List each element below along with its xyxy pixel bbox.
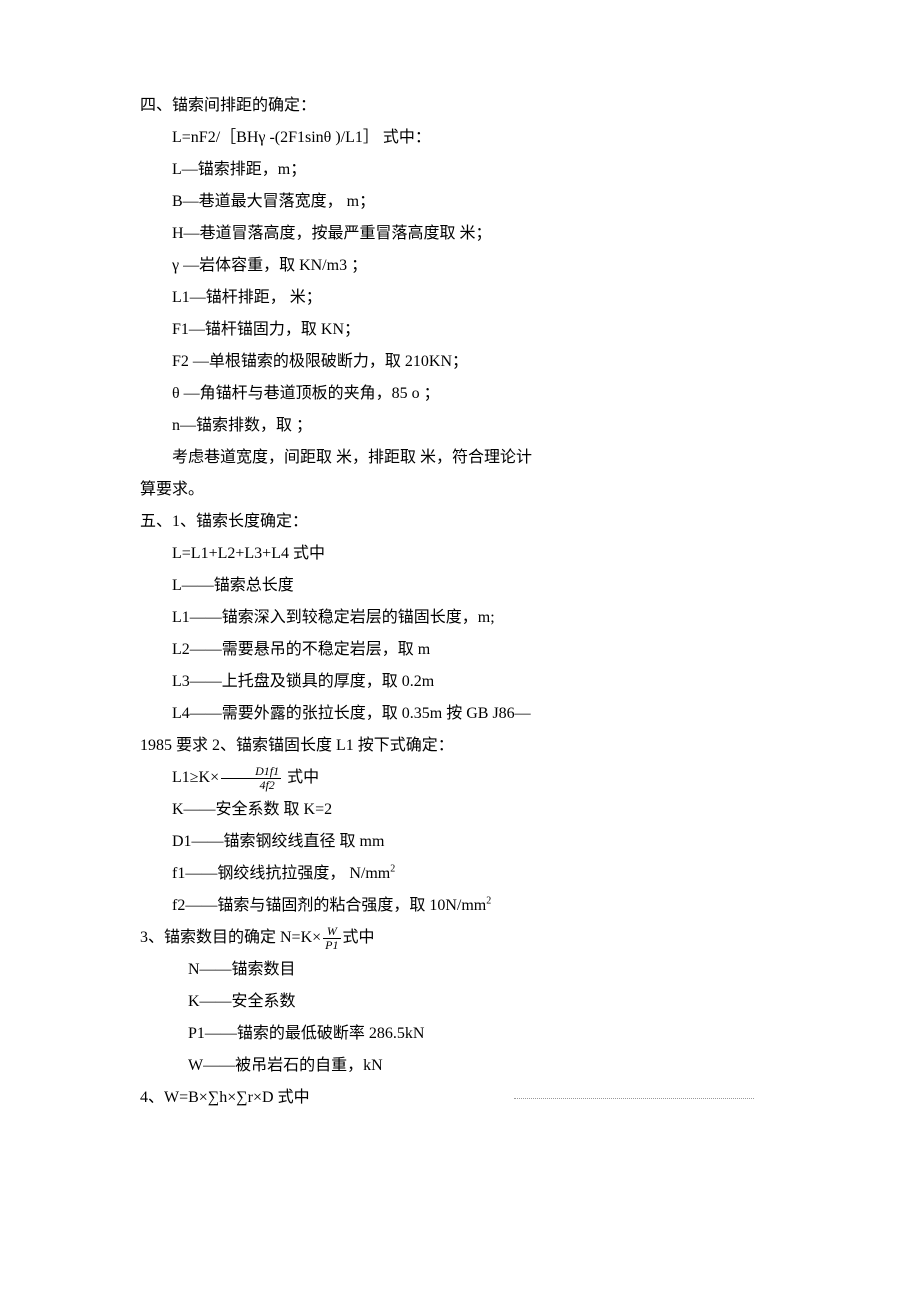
s4-F1: F1—锚杆锚固力，取 KN； [140,314,780,346]
s5-3-suffix: 式中 [343,929,375,946]
frac-num: D1f1 [221,765,281,778]
s5-L: L——锚索总长度 [140,570,780,602]
superscript-2: 2 [390,864,395,875]
s4-formula: L=nF2/［BHγ -(2F1sinθ )/L1］ 式中： [140,122,780,154]
s5-2-formula: L1≥K×D1f14f2 式中 [140,762,780,794]
superscript-2: 2 [486,896,491,907]
s5-3-prefix: 3、锚索数目的确定 N=K× [140,929,321,946]
s5-f2-text: f2——锚索与锚固剂的粘合强度，取 10N/mm [172,897,486,914]
s5-4: 4、W=B×∑h×∑r×D 式中 [140,1082,780,1114]
s5-f2: f2——锚索与锚固剂的粘合强度，取 10N/mm2 [140,890,780,922]
s5-K: K——安全系数 取 K=2 [140,794,780,826]
frac-den-2: P1 [323,938,340,952]
s4-theta: θ —角锚杆与巷道顶板的夹角，85 o ； [140,378,780,410]
fraction-icon: WP1 [323,925,340,952]
s4-B: B—巷道最大冒落宽度， m； [140,186,780,218]
s5-4-text: 4、W=B×∑h×∑r×D 式中 [140,1089,310,1106]
s4-n: n—锚索排数，取 ； [140,410,780,442]
s5-L2: L2——需要悬吊的不稳定岩层，取 m [140,634,780,666]
s4-L: L—锚索排距，m； [140,154,780,186]
s5-3-formula: 3、锚索数目的确定 N=K×WP1式中 [140,922,780,954]
s5-f1: f1——钢绞线抗拉强度， N/mm2 [140,858,780,890]
s4-gamma: γ —岩体容重，取 KN/m3 ； [140,250,780,282]
s5-3-P1: P1——锚索的最低破断率 286.5kN [140,1018,780,1050]
s5-L4: L4——需要外露的张拉长度，取 0.35m 按 GB J86— [140,698,780,730]
s5-2-prefix: L1≥K× [172,769,219,786]
section-4-heading: 四、锚索间排距的确定： [140,90,780,122]
fraction-icon: D1f14f2 [221,765,281,792]
s5-3-K: K——安全系数 [140,986,780,1018]
s4-L1: L1—锚杆排距， 米； [140,282,780,314]
s4-F2: F2 —单根锚索的极限破断力，取 210KN； [140,346,780,378]
s5-D1: D1——锚索钢绞线直径 取 mm [140,826,780,858]
s5-3-W: W——被吊岩石的自重，kN [140,1050,780,1082]
s5-L3: L3——上托盘及锁具的厚度，取 0.2m [140,666,780,698]
s4-conclusion-2: 算要求。 [140,474,780,506]
s5-L1: L1——锚索深入到较稳定岩层的锚固长度，m; [140,602,780,634]
s5-formula: L=L1+L2+L3+L4 式中 [140,538,780,570]
s4-H: H—巷道冒落高度，按最严重冒落高度取 米； [140,218,780,250]
s5-3-N: N——锚索数目 [140,954,780,986]
frac-den: 4f2 [221,778,281,792]
s5-2-suffix: 式中 [283,769,319,786]
s4-conclusion-1: 考虑巷道宽度，间距取 米，排距取 米，符合理论计 [140,442,780,474]
s5-f1-text: f1——钢绞线抗拉强度， N/mm [172,865,390,882]
s5-last: 1985 要求 2、锚索锚固长度 L1 按下式确定： [140,730,780,762]
frac-num-2: W [323,925,340,938]
dotted-line-icon [514,1097,754,1099]
section-5-heading: 五、1、锚索长度确定： [140,506,780,538]
